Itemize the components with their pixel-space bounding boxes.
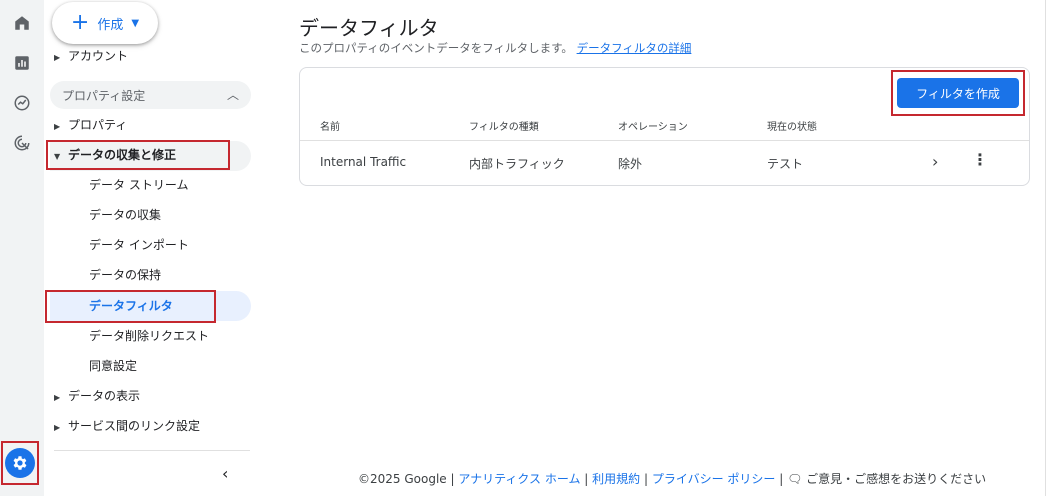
create-filter-highlight [891, 70, 1025, 116]
filter-type: 内部トラフィック [469, 157, 565, 171]
section-property-settings[interactable]: プロパティ設定 ︿ [50, 81, 251, 109]
feedback-link[interactable]: ご意見・ご感想をお送りください [806, 472, 986, 486]
collapse-chevron-icon[interactable]: ‹ [222, 464, 228, 483]
plus-icon: + [70, 10, 90, 35]
column-header: オペレーション [618, 122, 688, 133]
main-content: データフィルタ このプロパティのイベントデータをフィルタします。 データフィルタ… [255, 0, 1046, 496]
create-label: 作成 [97, 17, 124, 33]
page-title: データフィルタ [299, 16, 439, 40]
chevron-right-icon[interactable]: › [932, 152, 938, 171]
filter-name: Internal Traffic [320, 155, 407, 169]
sidebar-item-label: プロパティ [68, 118, 128, 132]
column-header: フィルタの種類 [469, 122, 539, 133]
sidebar-item-account[interactable]: ▶ アカウント [54, 44, 128, 68]
left-rail [0, 0, 44, 496]
reports-icon[interactable] [8, 49, 36, 77]
explore-icon[interactable] [8, 89, 36, 117]
column-header: 現在の状態 [767, 122, 817, 133]
sidebar-subitem[interactable]: データ インポート [89, 233, 189, 257]
sidebar-item-property[interactable]: ▶ プロパティ [54, 113, 127, 137]
data-collection-highlight [46, 140, 230, 170]
caret-right-icon: ▶ [54, 393, 61, 402]
sidebar-item-label: アカウント [68, 49, 129, 63]
subtitle-text: このプロパティのイベントデータをフィルタします。 [299, 41, 573, 55]
caret-right-icon: ▶ [54, 53, 61, 62]
copyright: ©2025 Google [358, 472, 447, 486]
column-header: 名前 [320, 122, 340, 133]
more-vert-icon[interactable]: ⋮ [972, 150, 988, 169]
sidebar-subitem[interactable]: データの保持 [89, 263, 161, 287]
caret-down-icon: ▼ [131, 17, 140, 29]
create-button[interactable]: + 作成 ▼ [52, 2, 158, 44]
sidebar: + 作成 ▼ ▶ アカウント プロパティ設定 ︿ ▶ プロパティ ▼ データの収集と修… [44, 0, 255, 496]
sidebar-item-data-display[interactable]: ▶ データの表示 [54, 384, 140, 408]
feedback-icon: 🗨 [787, 472, 803, 486]
filter-state: テスト [767, 157, 804, 171]
sidebar-subitem[interactable]: データの収集 [89, 203, 161, 227]
sidebar-subitem[interactable]: データ削除リクエスト [89, 324, 209, 348]
terms-link[interactable]: 利用規約 [592, 472, 640, 486]
page-subtitle: このプロパティのイベントデータをフィルタします。 データフィルタの詳細 [299, 40, 691, 56]
home-icon[interactable] [8, 9, 36, 37]
sidebar-item-label: データの表示 [68, 389, 141, 403]
sidebar-divider [54, 450, 250, 451]
learn-more-link[interactable]: データフィルタの詳細 [577, 41, 692, 55]
settings-highlight [1, 441, 39, 485]
gear-icon[interactable] [5, 448, 35, 478]
caret-right-icon: ▶ [54, 122, 61, 131]
data-filter-highlight [45, 290, 216, 323]
analytics-home-link[interactable]: アナリティクス ホーム [458, 472, 580, 486]
sidebar-subitem[interactable]: 同意設定 [89, 354, 137, 378]
sidebar-item-label: サービス間のリンク設定 [68, 419, 201, 433]
sidebar-item-service-links[interactable]: ▶ サービス間のリンク設定 [54, 414, 200, 438]
caret-right-icon: ▶ [54, 423, 61, 432]
sidebar-subitem[interactable]: データ ストリーム [89, 173, 188, 197]
chevron-up-icon: ︿ [226, 88, 239, 102]
section-title: プロパティ設定 [62, 89, 146, 103]
row-divider [300, 140, 1029, 141]
filter-operation: 除外 [618, 157, 643, 171]
privacy-link[interactable]: プライバシー ポリシー [652, 472, 776, 486]
advertising-icon[interactable] [8, 129, 36, 157]
footer: ©2025 Google | アナリティクス ホーム | 利用規約 | プライバ… [358, 472, 987, 486]
